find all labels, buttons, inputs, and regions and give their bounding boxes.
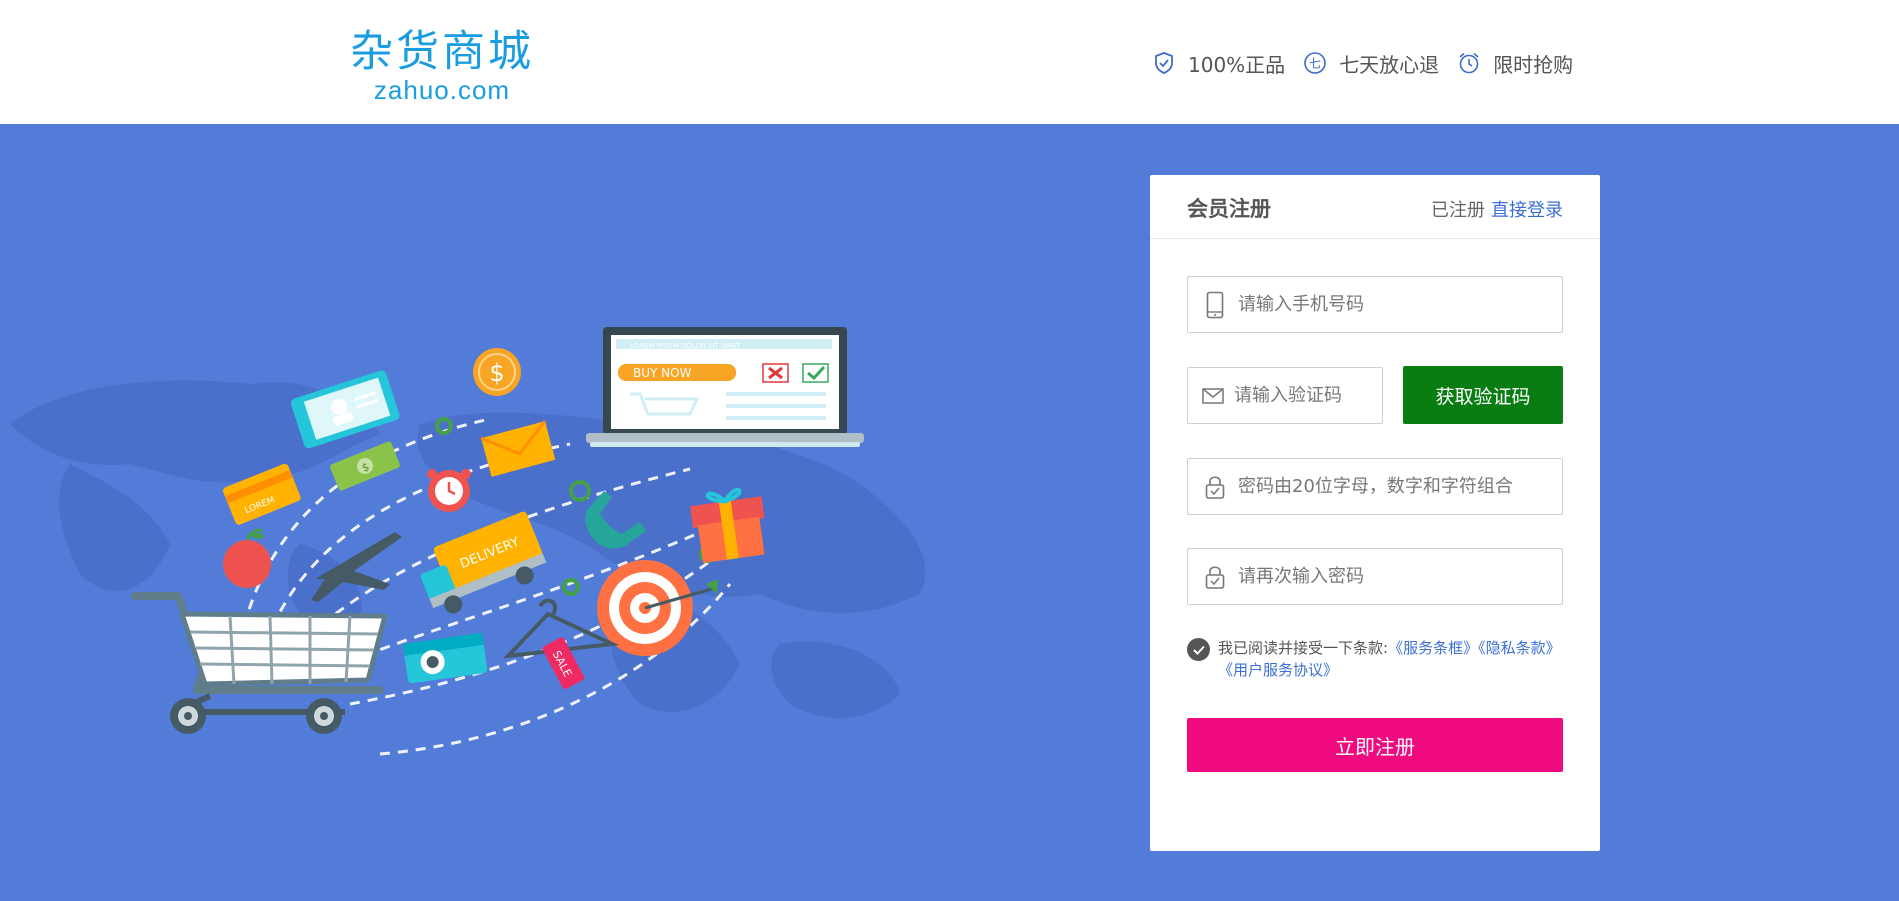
password-input[interactable] xyxy=(1238,459,1562,514)
login-link[interactable]: 直接登录 xyxy=(1491,200,1563,221)
promise-authentic: 100%正品 xyxy=(1152,49,1285,78)
shield-check-icon xyxy=(1152,51,1176,75)
register-panel-header: 会员注册 已注册 直接登录 xyxy=(1150,175,1600,239)
register-title: 会员注册 xyxy=(1187,197,1271,221)
promise-seven-day-return: 七 七天放心退 xyxy=(1303,49,1439,78)
phone-field[interactable] xyxy=(1187,276,1563,333)
agree-checkbox[interactable] xyxy=(1187,638,1210,661)
coin-graphic: $ xyxy=(473,348,521,396)
lock-icon xyxy=(1202,472,1228,502)
terms-agreement: 我已阅读并接受一下条款:《服务条框》《隐私条款》《用户服务协议》 xyxy=(1187,637,1563,681)
seven-day-icon: 七 xyxy=(1303,51,1327,75)
site-logo[interactable]: 杂货商城 zahuo.com xyxy=(337,26,547,104)
service-promises: 100%正品 七 七天放心退 限时抢购 xyxy=(1152,48,1573,78)
mobile-phone-icon xyxy=(1202,290,1228,320)
ecommerce-illustration: LOREM IPSUM DOLOR SIT AMET BUY NOW $ $ L… xyxy=(10,327,926,756)
checkmark-icon xyxy=(1192,645,1205,655)
sale-tag-graphic: SALE xyxy=(542,637,585,689)
already-registered-text: 已注册 xyxy=(1431,200,1485,221)
svg-text:七: 七 xyxy=(1309,57,1321,71)
svg-text:$: $ xyxy=(489,359,504,387)
laptop-banner-text: LOREM IPSUM DOLOR SIT AMET xyxy=(630,342,741,350)
buy-now-label: BUY NOW xyxy=(633,366,692,380)
register-panel: 会员注册 已注册直接登录 获取验证码 xyxy=(1150,175,1600,851)
alarm-clock-icon xyxy=(1457,51,1481,75)
hero-banner: LOREM IPSUM DOLOR SIT AMET BUY NOW $ $ L… xyxy=(0,124,1899,901)
laptop-graphic: LOREM IPSUM DOLOR SIT AMET BUY NOW xyxy=(586,327,864,447)
register-submit-button[interactable]: 立即注册 xyxy=(1187,718,1563,772)
verification-code-field[interactable] xyxy=(1187,367,1459,424)
promise-flash-sale-label: 限时抢购 xyxy=(1493,52,1574,77)
phone-input[interactable] xyxy=(1238,277,1562,332)
promise-flash-sale: 限时抢购 xyxy=(1457,49,1573,78)
terms-prefix: 我已阅读并接受一下条款: xyxy=(1218,639,1389,657)
site-header: 杂货商城 zahuo.com 100%正品 七 七天放心退 限时抢购 xyxy=(0,0,1899,124)
password-field[interactable] xyxy=(1187,458,1563,515)
get-code-button[interactable]: 获取验证码 xyxy=(1403,366,1563,424)
privacy-terms-link[interactable]: 《隐私条款》 xyxy=(1478,639,1561,657)
confirm-password-field[interactable] xyxy=(1187,548,1563,605)
logo-chinese-name: 杂货商城 xyxy=(350,27,534,77)
service-terms-link[interactable]: 《服务条框》 xyxy=(1388,639,1478,657)
promise-return-label: 七天放心退 xyxy=(1339,52,1440,77)
logo-domain: zahuo.com xyxy=(373,75,511,105)
terms-text: 我已阅读并接受一下条款:《服务条框》《隐私条款》《用户服务协议》 xyxy=(1218,637,1563,681)
alarm-clock-graphic xyxy=(427,469,471,512)
shopping-cart-graphic xyxy=(131,592,388,734)
camera-graphic xyxy=(402,632,488,684)
user-agreement-link[interactable]: 《用户服务协议》 xyxy=(1218,661,1338,679)
delivery-truck-graphic: DELIVERY xyxy=(420,511,547,614)
apple-graphic xyxy=(223,528,271,588)
lock-icon xyxy=(1202,562,1228,592)
promise-authentic-label: 100%正品 xyxy=(1188,52,1286,77)
login-prompt: 已注册 直接登录 xyxy=(1431,196,1563,222)
confirm-password-input[interactable] xyxy=(1238,549,1562,604)
envelope-icon xyxy=(1202,381,1224,411)
